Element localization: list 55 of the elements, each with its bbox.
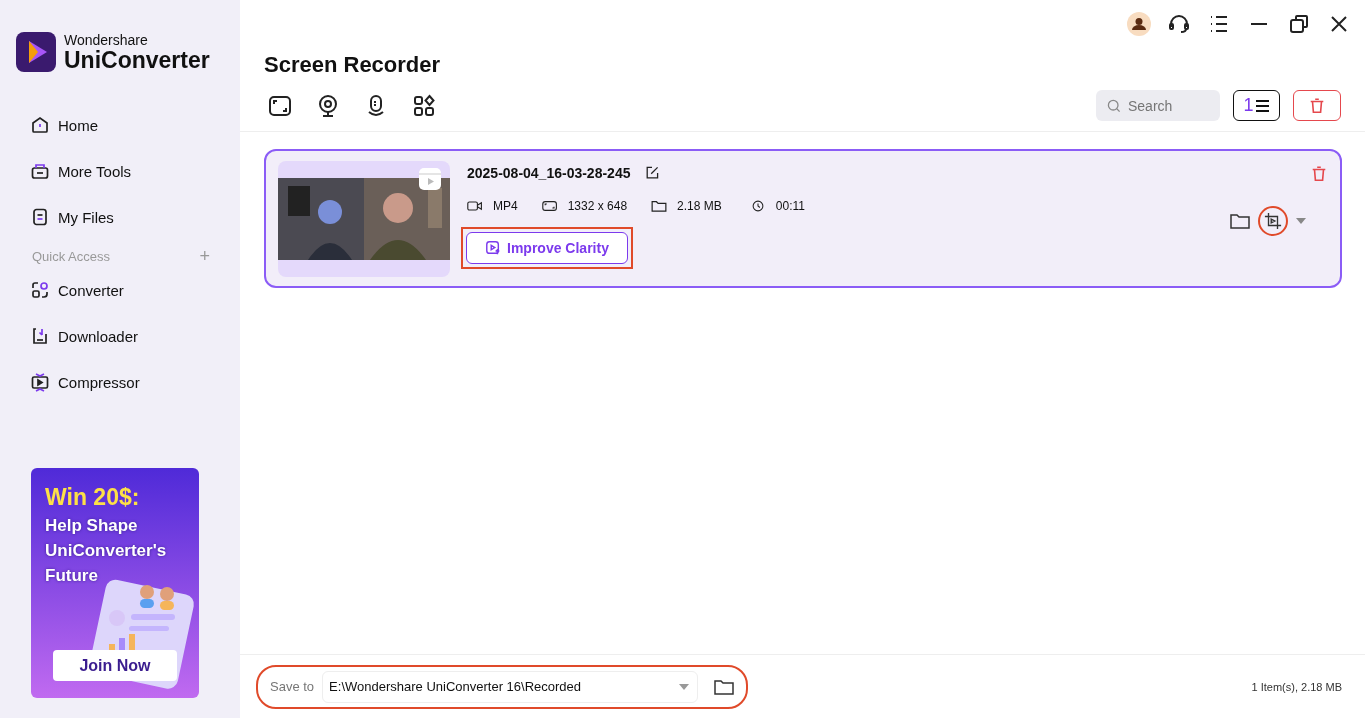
resolution-text: 1332 x 648 [567, 199, 628, 213]
trash-icon [1308, 96, 1326, 115]
page-title: Screen Recorder [264, 52, 442, 78]
nav-item[interactable]: Downloader [30, 313, 240, 359]
status-text: 1 Item(s), 2.18 MB [1251, 680, 1342, 693]
caret-icon [679, 683, 690, 690]
nav-item[interactable]: My Files [30, 194, 240, 240]
nav-icon [30, 161, 50, 181]
improve-clarity-button[interactable]: Improve Clarity [466, 232, 628, 264]
delete-all-button[interactable] [1293, 90, 1341, 121]
brand-subtitle: Wondershare [64, 32, 149, 48]
search-icon [1106, 98, 1122, 114]
join-button[interactable]: Join Now [53, 650, 177, 681]
format-text: MP4 [493, 199, 518, 213]
nav-icon [30, 326, 50, 346]
screen-capture-icon[interactable] [268, 93, 292, 118]
nav-item[interactable]: Compressor [30, 359, 240, 405]
logo-icon [16, 32, 56, 72]
file-name: 2025-08-04_16-03-28-245 [467, 165, 631, 181]
avatar-icon[interactable] [1127, 12, 1151, 36]
apps-icon[interactable] [412, 93, 436, 118]
headset-icon[interactable] [1167, 12, 1191, 36]
nav-icon [30, 372, 50, 392]
sort-button[interactable]: 1 [1233, 90, 1280, 121]
video-camera-icon [467, 200, 483, 212]
save-path-dropdown[interactable]: E:\Wondershare UniConverter 16\Recorded [322, 670, 699, 703]
recording-card[interactable]: 2025-08-04_16-03-28-245 MP4 1332 x 648 2.18 MB 00:11 Improve Clarity [264, 149, 1342, 288]
nav-item[interactable]: Home [30, 102, 240, 148]
section-label: Quick Access [32, 249, 111, 264]
restore-icon[interactable] [1287, 12, 1311, 36]
duration-text: 00:11 [775, 199, 805, 213]
resolution-icon [541, 200, 558, 212]
size-text: 2.18 MB [677, 199, 722, 213]
nav-icon [30, 207, 50, 227]
video-clip-icon [418, 167, 442, 191]
nav-item[interactable]: More Tools [30, 148, 240, 194]
nav-icon [30, 115, 50, 135]
brand-title: UniConverter [64, 48, 210, 72]
save-to-label: Save to [270, 679, 315, 694]
edit-icon[interactable] [644, 165, 661, 181]
crop-video-icon[interactable] [1263, 212, 1283, 230]
search-field[interactable]: Search [1096, 90, 1220, 121]
open-folder-icon[interactable] [1230, 212, 1250, 230]
folder-icon[interactable] [714, 678, 735, 695]
delete-icon[interactable] [1310, 165, 1328, 183]
list-icon [1253, 97, 1270, 114]
webcam-icon[interactable] [316, 93, 340, 118]
enhance-icon [485, 240, 501, 256]
promo-text: Help Shape UniConverter's Future [45, 515, 168, 587]
promo-banner[interactable]: Win 20$: Help Shape UniConverter's Future Join Now [31, 468, 199, 698]
dropdown-caret-icon[interactable] [1296, 218, 1306, 224]
nav-icon [30, 280, 50, 300]
folder-icon [651, 200, 668, 212]
promo-headline: Win 20$: [45, 484, 141, 511]
nav-item[interactable]: Converter [30, 267, 240, 313]
